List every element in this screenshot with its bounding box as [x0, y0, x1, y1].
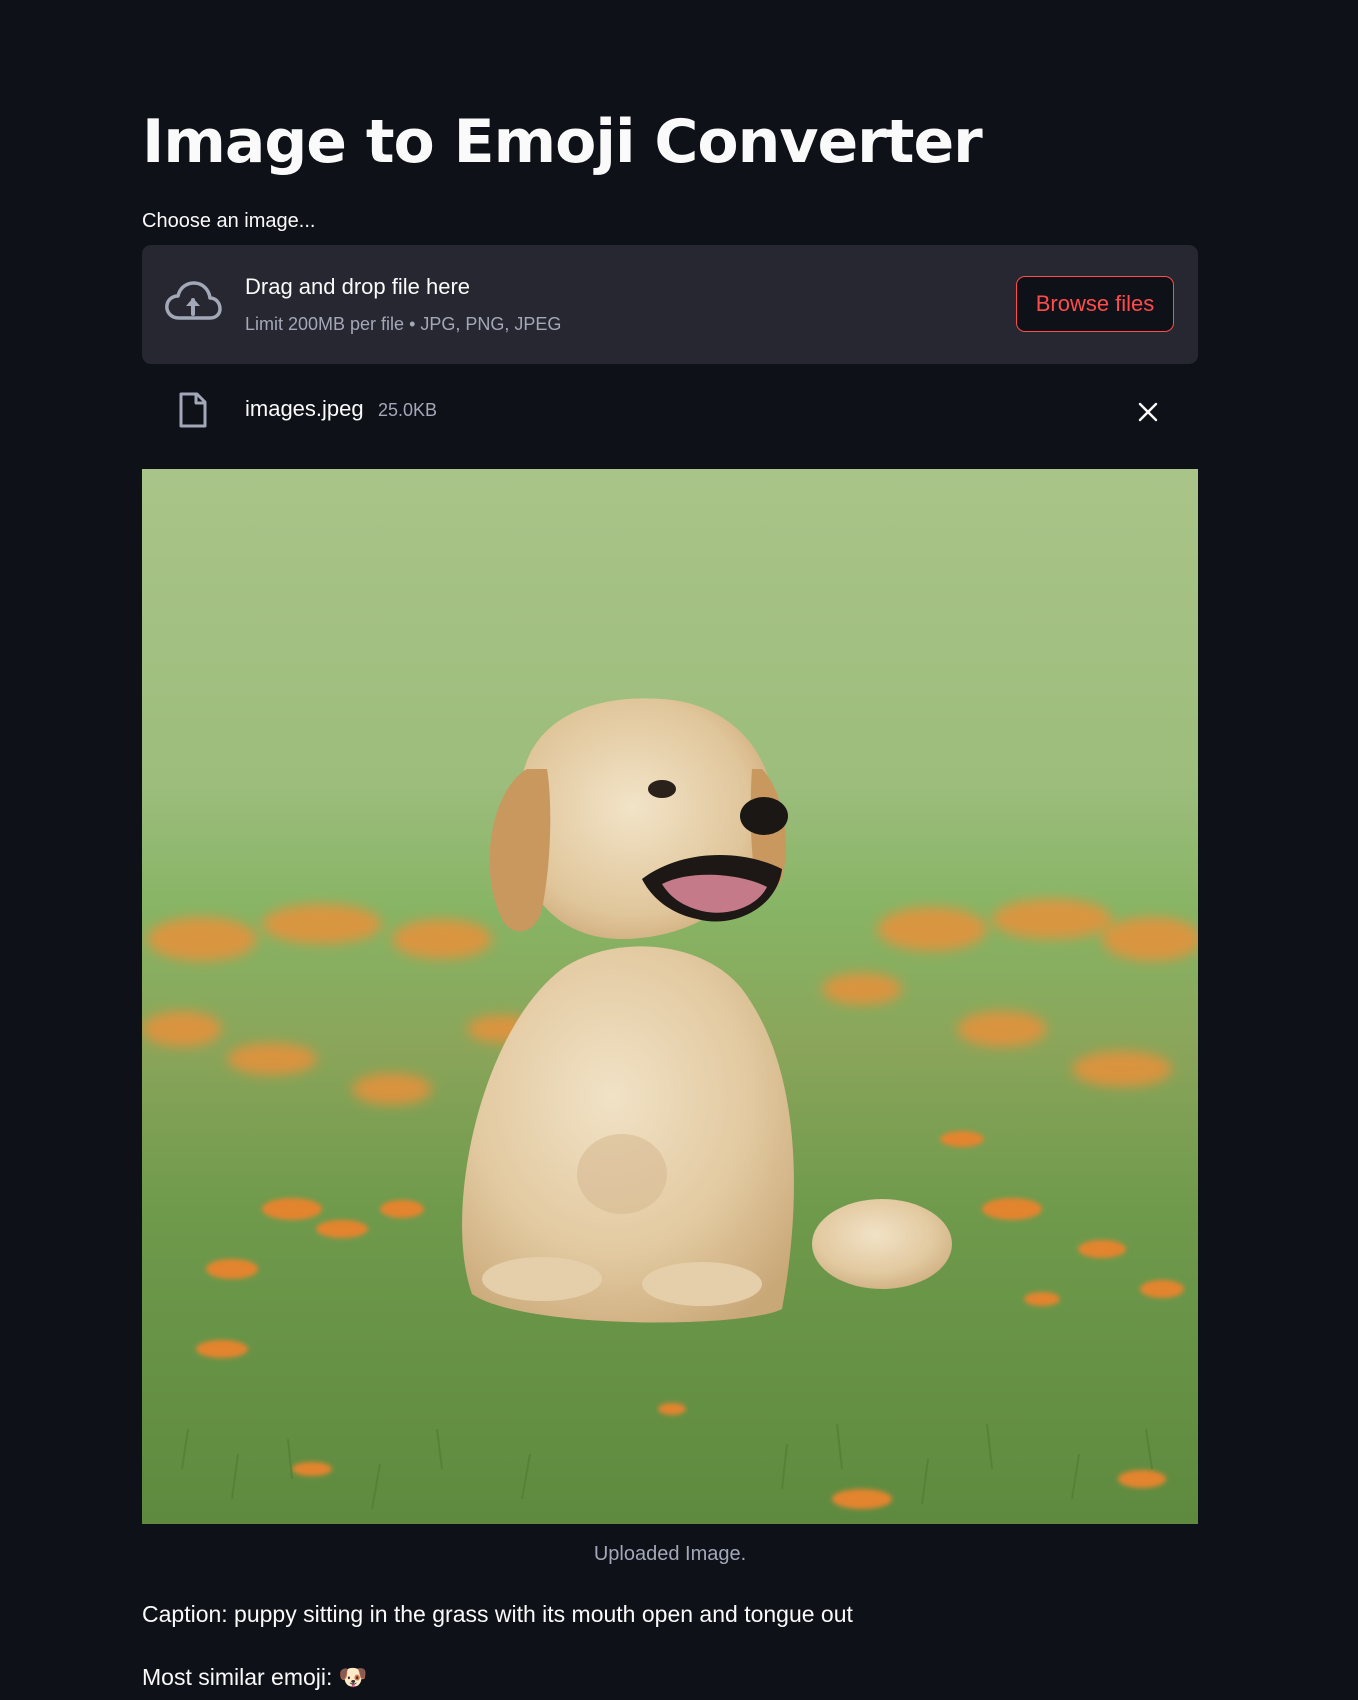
cloud-upload-icon	[165, 281, 222, 320]
dropzone-limit-text: Limit 200MB per file • JPG, PNG, JPEG	[245, 314, 562, 334]
dropzone-title: Drag and drop file here	[245, 274, 471, 299]
close-icon	[1138, 402, 1158, 422]
uploaded-image	[142, 469, 1198, 1524]
uploaded-file-name: images.jpeg	[245, 396, 364, 421]
browse-files-button[interactable]: Browse files	[1016, 276, 1174, 332]
uploaded-file-size: 25.0KB	[378, 400, 438, 420]
generated-caption: Caption: puppy sitting in the grass with…	[142, 1601, 853, 1627]
file-uploader-label: Choose an image...	[142, 210, 316, 232]
remove-file-button[interactable]	[1128, 392, 1168, 432]
image-caption: Uploaded Image.	[593, 1543, 747, 1565]
uploaded-file-row: images.jpeg 25.0KB	[142, 384, 1198, 436]
file-dropzone[interactable]: Drag and drop file here Limit 200MB per …	[142, 245, 1198, 364]
page-title: Image to Emoji Converter	[142, 107, 983, 177]
similar-emoji: Most similar emoji: 🐶	[142, 1664, 368, 1690]
file-icon	[179, 392, 207, 428]
